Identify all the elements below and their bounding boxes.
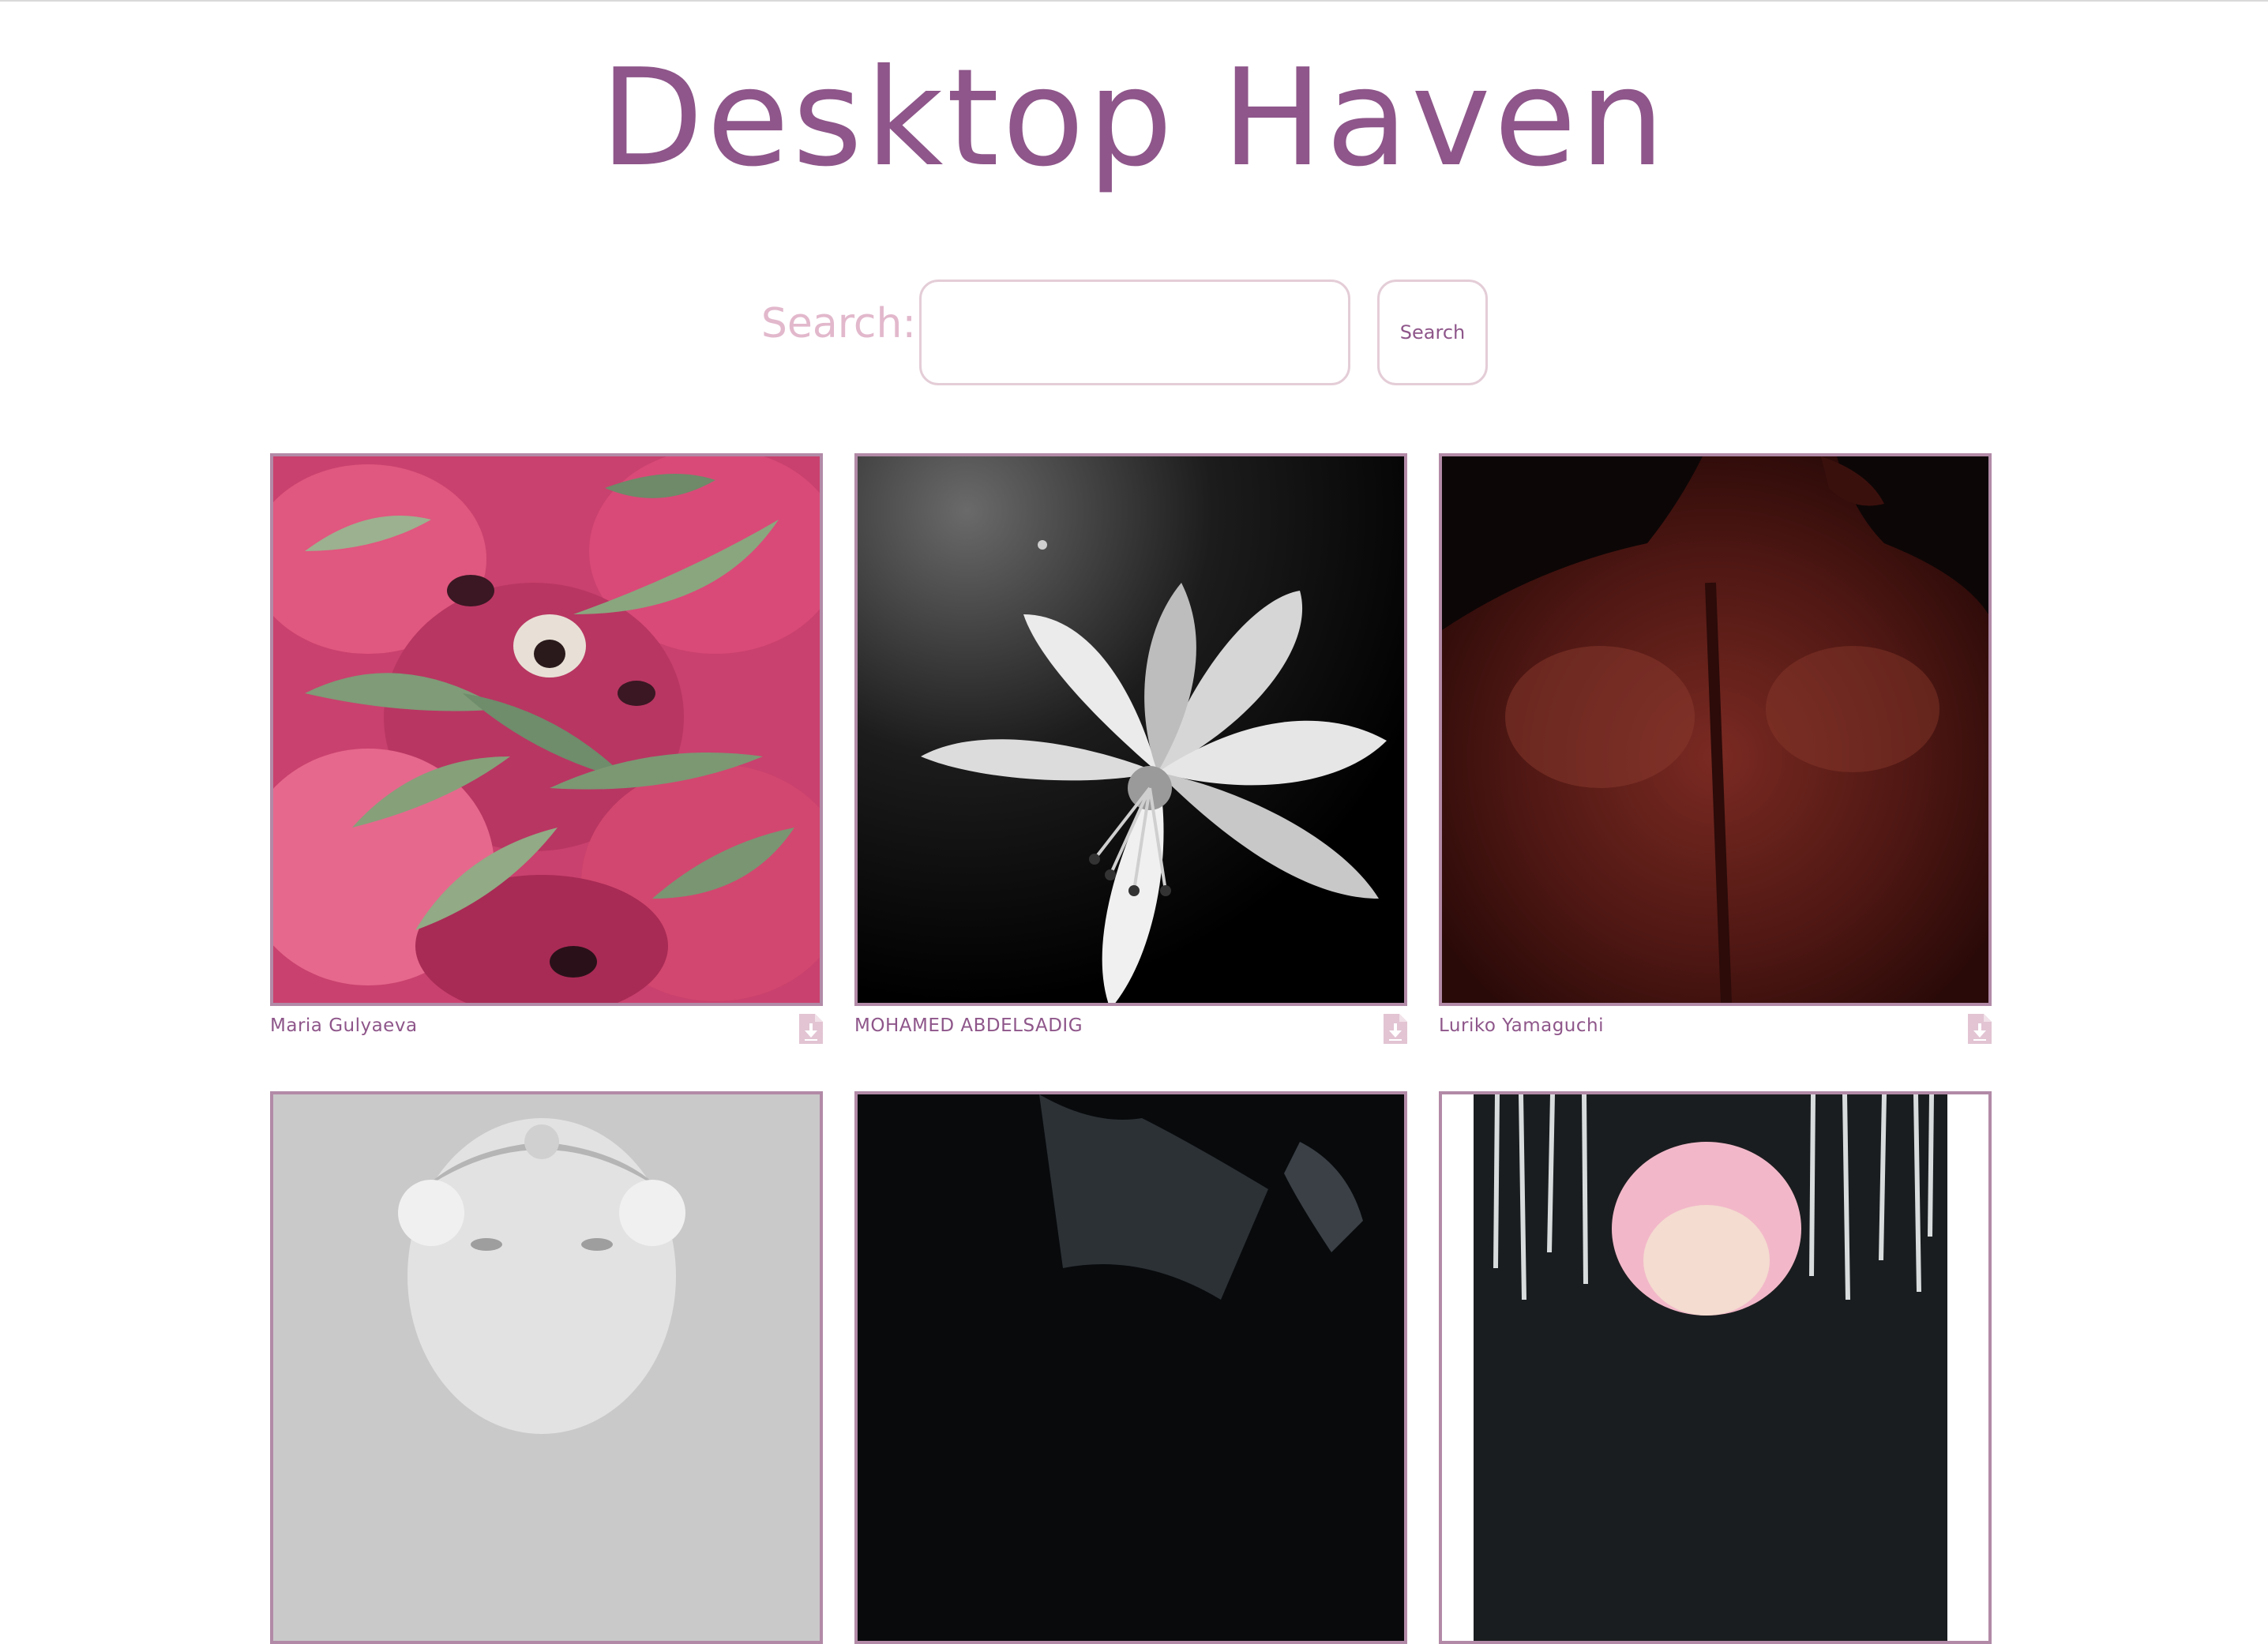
wallpaper-image-pink-hair[interactable] <box>1439 1091 1992 1644</box>
wallpaper-image-statue[interactable] <box>270 1091 823 1644</box>
search-label: Search: <box>760 300 916 347</box>
gallery-card[interactable]: Luriko Yamaguchi <box>1439 453 1992 1053</box>
gallery-card[interactable] <box>270 1091 823 1644</box>
search-button[interactable]: Search <box>1377 280 1488 385</box>
download-icon[interactable] <box>799 1014 823 1044</box>
gallery-card[interactable] <box>854 1091 1407 1644</box>
site-title: Desktop Haven <box>599 40 1669 197</box>
pink-hair-portrait-image <box>1442 1094 1988 1641</box>
search-input[interactable] <box>919 280 1350 385</box>
card-caption: MOHAMED ABDELSADIG <box>854 1006 1407 1053</box>
card-caption: Maria Gulyaeva <box>270 1006 823 1053</box>
statue-image <box>273 1094 820 1641</box>
download-icon[interactable] <box>1968 1014 1992 1044</box>
dark-figure-image <box>858 1094 1404 1641</box>
top-rule <box>0 0 2268 2</box>
author-name[interactable]: Maria Gulyaeva <box>270 1015 418 1036</box>
gallery-card[interactable]: MOHAMED ABDELSADIG <box>854 453 1407 1053</box>
author-name[interactable]: Luriko Yamaguchi <box>1439 1015 1604 1036</box>
wallpaper-image-dark-figure[interactable] <box>854 1091 1407 1644</box>
gallery-card[interactable]: Maria Gulyaeva <box>270 453 823 1053</box>
card-caption: Luriko Yamaguchi <box>1439 1006 1992 1053</box>
back-portrait-image <box>1442 456 1988 1003</box>
download-icon[interactable] <box>1384 1014 1407 1044</box>
wallpaper-image-dragon-fruit[interactable] <box>270 453 823 1006</box>
wallpaper-image-back[interactable] <box>1439 453 1992 1006</box>
white-flower-image <box>858 456 1404 1003</box>
author-name[interactable]: MOHAMED ABDELSADIG <box>854 1015 1083 1036</box>
gallery-card[interactable] <box>1439 1091 1992 1644</box>
wallpaper-image-white-flower[interactable] <box>854 453 1407 1006</box>
dragon-fruit-image <box>273 456 820 1003</box>
